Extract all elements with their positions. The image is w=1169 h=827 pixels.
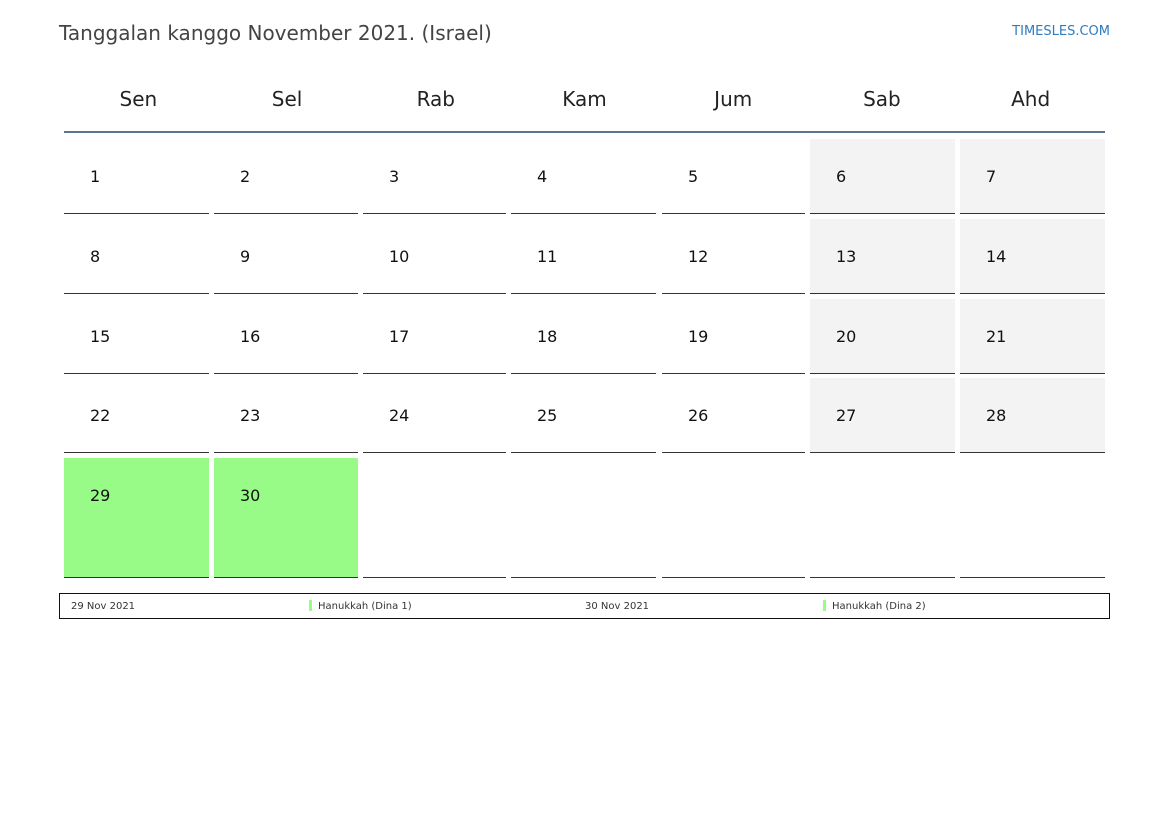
day-cell[interactable]: 22 bbox=[64, 378, 209, 453]
legend-date: 29 Nov 2021 bbox=[71, 601, 136, 612]
empty-day-cell bbox=[662, 458, 805, 578]
legend-event: Hanukkah (Dina 1) bbox=[318, 601, 412, 612]
day-number: 21 bbox=[986, 327, 1007, 346]
day-cell[interactable]: 23 bbox=[214, 378, 358, 453]
day-number: 16 bbox=[240, 327, 261, 346]
day-cell[interactable]: 5 bbox=[662, 139, 805, 214]
day-cell[interactable]: 25 bbox=[511, 378, 656, 453]
day-number: 2 bbox=[240, 167, 251, 186]
weekday-tue: Sel bbox=[271, 87, 303, 111]
weekday-fri: Jum bbox=[714, 87, 753, 111]
site-link[interactable]: TIMESLES.COM bbox=[1012, 24, 1110, 39]
day-cell[interactable]: 29 bbox=[64, 458, 209, 578]
day-number: 20 bbox=[836, 327, 857, 346]
day-cell[interactable]: 30 bbox=[214, 458, 358, 578]
day-cell[interactable]: 9 bbox=[214, 219, 358, 294]
day-cell[interactable]: 28 bbox=[960, 378, 1105, 453]
day-number: 27 bbox=[836, 406, 857, 425]
day-cell[interactable]: 7 bbox=[960, 139, 1105, 214]
day-cell[interactable]: 21 bbox=[960, 299, 1105, 374]
weekday-header-row: Sen Sel Rab Kam Jum Sab Ahd bbox=[64, 78, 1105, 120]
day-cell[interactable]: 16 bbox=[214, 299, 358, 374]
day-number: 13 bbox=[836, 247, 857, 266]
day-number: 19 bbox=[688, 327, 709, 346]
day-number: 26 bbox=[688, 406, 709, 425]
page-title: Tanggalan kanggo November 2021. (Israel) bbox=[59, 21, 492, 45]
weekday-sat: Sab bbox=[863, 87, 901, 111]
day-number: 9 bbox=[240, 247, 251, 266]
day-cell[interactable]: 6 bbox=[810, 139, 955, 214]
empty-day-cell bbox=[810, 458, 955, 578]
day-cell[interactable]: 14 bbox=[960, 219, 1105, 294]
day-number: 11 bbox=[537, 247, 558, 266]
legend-event: Hanukkah (Dina 2) bbox=[832, 601, 926, 612]
day-number: 4 bbox=[537, 167, 548, 186]
weekday-mon: Sen bbox=[119, 87, 158, 111]
legend-color-marker bbox=[309, 600, 312, 611]
weekday-wed: Rab bbox=[416, 87, 455, 111]
day-number: 14 bbox=[986, 247, 1007, 266]
day-cell[interactable]: 19 bbox=[662, 299, 805, 374]
day-number: 1 bbox=[90, 167, 101, 186]
day-number: 29 bbox=[90, 486, 111, 505]
day-cell[interactable]: 8 bbox=[64, 219, 209, 294]
day-number: 28 bbox=[986, 406, 1007, 425]
day-cell[interactable]: 4 bbox=[511, 139, 656, 214]
day-cell[interactable]: 17 bbox=[363, 299, 506, 374]
day-cell[interactable]: 13 bbox=[810, 219, 955, 294]
empty-day-cell bbox=[960, 458, 1105, 578]
legend-color-marker bbox=[823, 600, 826, 611]
day-cell[interactable]: 3 bbox=[363, 139, 506, 214]
day-cell[interactable]: 24 bbox=[363, 378, 506, 453]
weekday-sun: Ahd bbox=[1011, 87, 1051, 111]
day-number: 23 bbox=[240, 406, 261, 425]
day-cell[interactable]: 12 bbox=[662, 219, 805, 294]
header-divider bbox=[64, 131, 1105, 133]
day-number: 17 bbox=[389, 327, 410, 346]
holiday-legend: 29 Nov 2021 Hanukkah (Dina 1) 30 Nov 202… bbox=[59, 593, 1110, 619]
day-number: 7 bbox=[986, 167, 997, 186]
day-cell[interactable]: 15 bbox=[64, 299, 209, 374]
empty-day-cell bbox=[363, 458, 506, 578]
day-number: 6 bbox=[836, 167, 847, 186]
day-number: 22 bbox=[90, 406, 111, 425]
day-cell[interactable]: 18 bbox=[511, 299, 656, 374]
day-number: 5 bbox=[688, 167, 699, 186]
day-number: 12 bbox=[688, 247, 709, 266]
empty-day-cell bbox=[511, 458, 656, 578]
day-cell[interactable]: 20 bbox=[810, 299, 955, 374]
day-cell[interactable]: 10 bbox=[363, 219, 506, 294]
day-cell[interactable]: 11 bbox=[511, 219, 656, 294]
day-number: 25 bbox=[537, 406, 558, 425]
day-number: 24 bbox=[389, 406, 410, 425]
day-number: 8 bbox=[90, 247, 101, 266]
day-number: 10 bbox=[389, 247, 410, 266]
day-cell[interactable]: 2 bbox=[214, 139, 358, 214]
legend-date: 30 Nov 2021 bbox=[585, 601, 650, 612]
day-number: 30 bbox=[240, 486, 261, 505]
day-cell[interactable]: 27 bbox=[810, 378, 955, 453]
day-number: 3 bbox=[389, 167, 400, 186]
day-cell[interactable]: 26 bbox=[662, 378, 805, 453]
day-number: 18 bbox=[537, 327, 558, 346]
day-cell[interactable]: 1 bbox=[64, 139, 209, 214]
weekday-thu: Kam bbox=[562, 87, 607, 111]
day-number: 15 bbox=[90, 327, 111, 346]
